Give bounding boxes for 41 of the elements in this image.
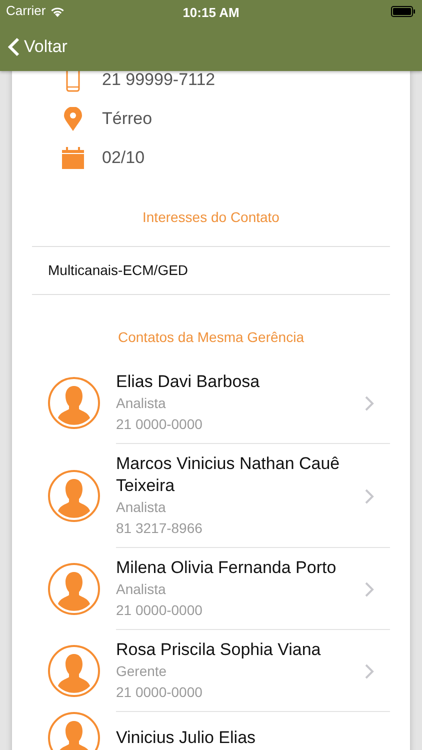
location-text: Térreo bbox=[102, 108, 152, 130]
contact-name: Vinicius Julio Elias bbox=[116, 728, 256, 747]
contact-name: Elias Davi Barbosa bbox=[116, 372, 260, 391]
contact-row[interactable]: Rosa Priscila Sophia Viana Gerente 21 0000-0000 bbox=[12, 630, 410, 712]
contact-row[interactable]: Vinicius Julio Elias bbox=[12, 712, 410, 750]
contact-name: Milena Olivia Fernanda Porto bbox=[116, 558, 336, 577]
section-title: Interesses do Contato bbox=[142, 208, 280, 227]
status-time: 10:15 AM bbox=[182, 5, 240, 20]
location-pin-icon bbox=[64, 106, 82, 130]
wifi-icon bbox=[50, 6, 65, 16]
contact-role: Gerente bbox=[116, 663, 167, 679]
contact-name: Rosa Priscila Sophia Viana bbox=[116, 640, 321, 659]
contact-name: Marcos Vinicius Nathan Cauê Teixeira bbox=[116, 454, 340, 495]
contact-phone: 21 0000-0000 bbox=[116, 684, 202, 700]
interest-item: Multicanais-ECM/GED bbox=[48, 262, 188, 278]
avatar-icon bbox=[48, 377, 100, 429]
contact-row[interactable]: Milena Olivia Fernanda Porto Analista 21 0000-0000 bbox=[12, 548, 410, 630]
contact-role: Analista bbox=[116, 499, 166, 515]
contact-phone: 21 0000-0000 bbox=[116, 602, 202, 618]
contact-row[interactable]: Elias Davi Barbosa Analista 21 0000-0000 bbox=[12, 362, 410, 444]
date-text: 02/10 bbox=[102, 146, 145, 169]
contact-row[interactable]: Marcos Vinicius Nathan Cauê Teixeira Analista 81 3217-8966 bbox=[12, 444, 410, 548]
avatar-icon bbox=[48, 645, 100, 697]
contact-phone: 21 0000-0000 bbox=[116, 416, 202, 432]
phone-number: 21 99999-7112 bbox=[102, 68, 216, 91]
chevron-right-icon bbox=[365, 396, 374, 410]
chevron-right-icon bbox=[365, 582, 374, 596]
back-chevron-icon bbox=[8, 36, 20, 57]
chevron-right-icon bbox=[365, 488, 374, 504]
avatar-icon bbox=[48, 563, 100, 615]
avatar-icon bbox=[48, 712, 100, 750]
back-button[interactable]: Voltar bbox=[8, 34, 68, 60]
battery-icon bbox=[391, 6, 416, 16]
section-title: Contatos da Mesma Gerência bbox=[118, 328, 304, 347]
calendar-icon bbox=[62, 146, 84, 168]
contact-role: Analista bbox=[116, 395, 166, 411]
contact-role: Analista bbox=[116, 581, 166, 597]
contact-phone: 81 3217-8966 bbox=[116, 520, 202, 536]
chevron-right-icon bbox=[365, 664, 374, 678]
carrier-label: Carrier bbox=[6, 2, 46, 20]
avatar-icon bbox=[48, 470, 100, 522]
